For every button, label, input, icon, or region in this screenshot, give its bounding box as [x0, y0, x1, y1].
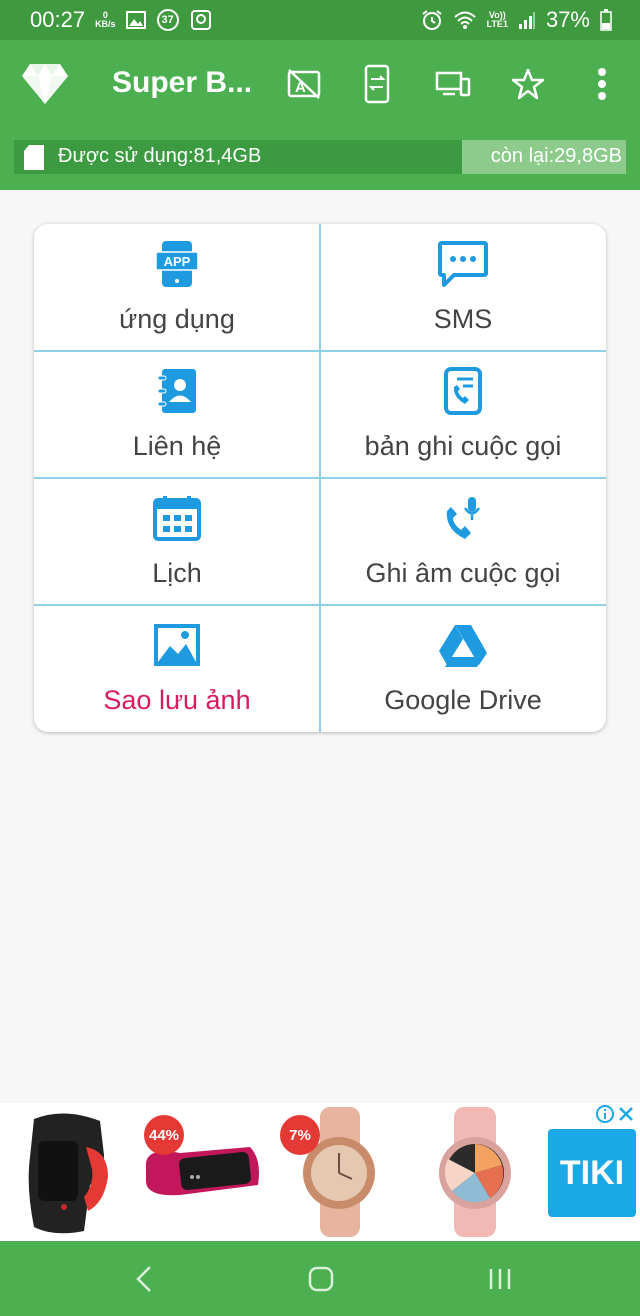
grid-item-contacts[interactable]: Liên hệ: [34, 351, 320, 478]
gallery-notification-icon: [125, 11, 146, 29]
ad-product-gear-fit[interactable]: 44%: [140, 1107, 266, 1237]
battery-icon: [600, 9, 612, 31]
grid-item-label: SMS: [433, 304, 493, 334]
app-icon: APP: [156, 240, 198, 288]
ad-product-fitness-band[interactable]: [4, 1107, 130, 1237]
call-log-icon: [443, 367, 483, 415]
app-bar: Super B... A: [0, 40, 640, 128]
google-drive-icon: [439, 621, 487, 669]
status-time: 00:27: [30, 7, 86, 32]
home-icon: [308, 1266, 334, 1292]
overflow-menu-button[interactable]: [580, 62, 624, 106]
storage-bar: Được sử dụng:81,4GB còn lại:29,8GB: [0, 128, 640, 190]
recents-icon: [489, 1269, 511, 1289]
back-button[interactable]: [118, 1253, 170, 1305]
info-icon[interactable]: [596, 1105, 614, 1123]
sms-icon: [438, 240, 488, 288]
grid-item-label: Google Drive: [384, 685, 542, 715]
discount-badge: 7%: [280, 1115, 320, 1155]
contacts-icon: [156, 367, 198, 415]
transfer-button[interactable]: [355, 62, 399, 106]
ad-product-galaxy-watch[interactable]: 7%: [276, 1107, 402, 1237]
lte-label: LTE1: [486, 19, 508, 29]
app-title: Super B...: [112, 66, 253, 99]
grid-item-apps[interactable]: APP ứng dụng: [34, 224, 320, 351]
navigation-bar: [0, 1241, 640, 1316]
network-speed: 0 KB/s: [95, 11, 116, 29]
call-recorder-icon: [441, 494, 485, 542]
network-type: Vo)) LTE1: [487, 11, 508, 29]
ad-choices[interactable]: [596, 1104, 636, 1124]
storage-used-label: Được sử dụng:81,4GB: [58, 145, 262, 167]
grid-item-label: ứng dụng: [119, 304, 235, 334]
grid-item-label: Lịch: [152, 558, 202, 588]
no-ads-button[interactable]: A: [282, 62, 326, 106]
galaxy-watch-active-image: [439, 1107, 511, 1237]
sd-card-icon: [22, 144, 46, 177]
grid-item-photo-backup[interactable]: Sao lưu ảnh: [34, 605, 320, 732]
recents-button[interactable]: [474, 1253, 526, 1305]
svg-text:APP: APP: [164, 254, 191, 269]
more-vert-icon: [598, 68, 606, 100]
storage-usage-track: Được sử dụng:81,4GB còn lại:29,8GB: [14, 140, 626, 174]
phone-transfer-icon: [364, 64, 390, 104]
tiki-brand: TIKI: [559, 1153, 625, 1192]
alarm-icon: [421, 9, 443, 31]
grid-item-calendar[interactable]: Lịch: [34, 478, 320, 605]
wifi-icon: [453, 10, 477, 30]
network-speed-unit: KB/s: [95, 19, 116, 29]
no-ads-icon: A: [287, 69, 321, 99]
tiki-logo[interactable]: TIKI: [548, 1129, 636, 1217]
grid-item-call-recorder[interactable]: Ghi âm cuộc gọi: [320, 478, 606, 605]
back-icon: [136, 1266, 151, 1292]
grid-item-google-drive[interactable]: Google Drive: [320, 605, 606, 732]
favorite-button[interactable]: [506, 62, 550, 106]
status-bar: 00:27 0 KB/s 37 Vo)) LTE1 37%: [0, 0, 640, 40]
fitness-band-image: [28, 1113, 108, 1234]
grid-item-label: Liên hệ: [132, 431, 222, 461]
discount-badge: 44%: [144, 1115, 184, 1155]
grid-item-sms[interactable]: SMS: [320, 224, 606, 351]
app-notification-icon: [190, 9, 212, 31]
ad-banner[interactable]: 44% 7% TIKI: [0, 1103, 640, 1241]
close-icon[interactable]: [618, 1106, 634, 1122]
grid-item-label: bản ghi cuộc gọi: [364, 431, 562, 461]
notification-count-icon: 37: [156, 8, 180, 32]
home-button[interactable]: [295, 1253, 347, 1305]
devices-icon: [435, 71, 471, 97]
battery-percent: 37%: [545, 7, 590, 32]
storage-free-label: còn lại:29,8GB: [490, 145, 622, 167]
signal-icon: [518, 10, 536, 30]
calendar-icon: [153, 494, 201, 542]
star-icon: [511, 68, 545, 100]
ad-product-galaxy-watch-active[interactable]: [412, 1107, 538, 1237]
diamond-logo-icon: [20, 62, 70, 106]
grid-item-label: Sao lưu ảnh: [103, 685, 251, 715]
grid-item-label: Ghi âm cuộc gọi: [365, 558, 561, 588]
devices-button[interactable]: [431, 62, 475, 106]
backup-category-grid: APP ứng dụng SMS Liên hệ bản ghi cuộc gọ…: [34, 224, 606, 732]
notification-count: 37: [161, 14, 174, 26]
grid-item-call-log[interactable]: bản ghi cuộc gọi: [320, 351, 606, 478]
photo-icon: [154, 621, 200, 669]
